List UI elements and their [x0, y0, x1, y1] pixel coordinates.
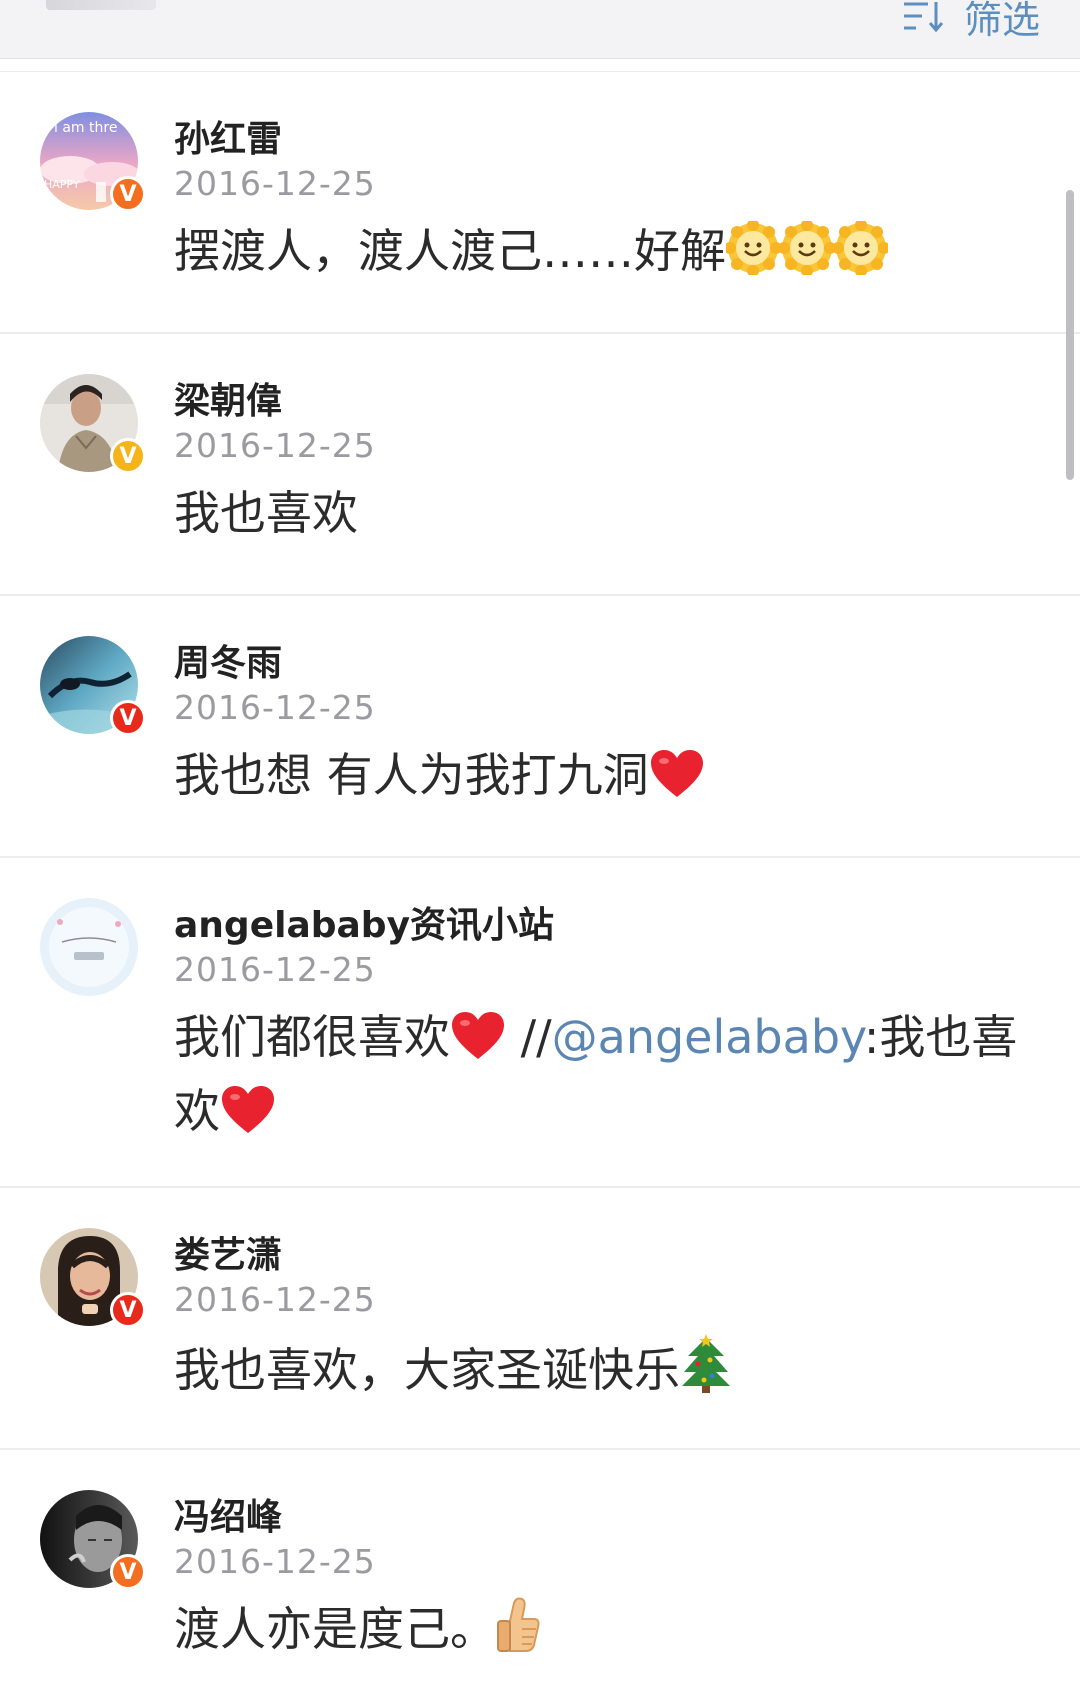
- comment-date: 2016-12-25: [174, 950, 376, 989]
- comment-body: 我也喜欢，大家圣诞快乐: [174, 1343, 680, 1397]
- comment-text: 我也喜欢: [174, 480, 1040, 546]
- avatar[interactable]: V: [40, 636, 146, 736]
- comment-body: 我也喜欢: [174, 486, 358, 540]
- sort-icon: [903, 2, 944, 33]
- commenter-name[interactable]: angelababy资讯小站: [174, 904, 1040, 948]
- sun-smile-icon: [778, 219, 836, 292]
- christmas-tree-icon: [680, 1334, 732, 1411]
- tab-remnant: [46, 0, 156, 10]
- comment-text: 我也想 有人为我打九洞: [174, 742, 1040, 816]
- sun-smile-icon: [832, 219, 890, 292]
- comment-date: 2016-12-25: [174, 688, 376, 727]
- comment-body-a: 我们都很喜欢: [174, 1010, 450, 1064]
- comment-date: 2016-12-25: [174, 426, 376, 465]
- commenter-name[interactable]: 冯绍峰: [174, 1496, 1040, 1540]
- comment-body: 摆渡人，渡人渡己……好解: [174, 224, 726, 278]
- comment-date: 2016-12-25: [174, 164, 376, 203]
- comment-item: angelababy资讯小站 2016-12-25 我们都很喜欢 //@ange…: [0, 858, 1080, 1188]
- svg-text:i am thre: i am thre: [54, 120, 117, 136]
- avatar[interactable]: V: [40, 1490, 146, 1590]
- comment-item: V 周冬雨 2016-12-25 我也想 有人为我打九洞: [0, 596, 1080, 858]
- verified-badge-icon: V: [110, 1554, 146, 1590]
- commenter-name[interactable]: 娄艺潇: [174, 1234, 1040, 1278]
- comment-item: i am thre HAPPY V 孙红雷 2016-12-25 摆渡人，渡人渡…: [0, 72, 1080, 334]
- filter-button[interactable]: 筛选: [902, 0, 1040, 42]
- comment-text: 我也喜欢，大家圣诞快乐: [174, 1334, 1040, 1411]
- heart-icon: [220, 1085, 276, 1152]
- heart-icon: [649, 749, 705, 816]
- filter-label: 筛选: [963, 0, 1040, 42]
- thumbs-up-icon: [496, 1597, 540, 1670]
- sun-smile-icon: [724, 219, 782, 292]
- top-toolbar: 筛选: [0, 0, 1080, 59]
- commenter-name[interactable]: 孙红雷: [174, 118, 1040, 162]
- header-divider: [0, 59, 1080, 72]
- verified-badge-icon: V: [110, 1292, 146, 1328]
- avatar[interactable]: V: [40, 374, 146, 474]
- comment-body: 我也想 有人为我打九洞: [174, 748, 649, 802]
- commenter-name[interactable]: 梁朝偉: [174, 380, 1040, 424]
- verified-badge-icon: V: [110, 700, 146, 736]
- comment-body-b: //: [506, 1010, 552, 1064]
- verified-badge-icon: V: [110, 176, 146, 212]
- heart-icon: [450, 1011, 506, 1078]
- comment-text: 我们都很喜欢 //@angelababy:我也喜欢: [174, 1004, 1040, 1152]
- comment-item: V 冯绍峰 2016-12-25 渡人亦是度己。: [0, 1450, 1080, 1708]
- comment-item: V 梁朝偉 2016-12-25 我也喜欢: [0, 334, 1080, 596]
- comment-text: 渡人亦是度己。: [174, 1596, 1040, 1670]
- comment-date: 2016-12-25: [174, 1280, 376, 1319]
- comment-page: 筛选 i am thre HAPPY V 孙红雷 2016-12-25 摆渡人，…: [0, 0, 1080, 1708]
- scrollbar[interactable]: [1066, 190, 1074, 480]
- avatar[interactable]: i am thre HAPPY V: [40, 112, 146, 212]
- avatar[interactable]: [40, 898, 138, 996]
- comment-text: 摆渡人，渡人渡己……好解: [174, 218, 1040, 292]
- comment-body: 渡人亦是度己。: [174, 1602, 496, 1656]
- comment-item: V 娄艺潇 2016-12-25 我也喜欢，大家圣诞快乐: [0, 1188, 1080, 1450]
- commenter-name[interactable]: 周冬雨: [174, 642, 1040, 686]
- comment-date: 2016-12-25: [174, 1542, 376, 1581]
- avatar[interactable]: V: [40, 1228, 146, 1328]
- svg-text:HAPPY: HAPPY: [44, 178, 80, 191]
- comment-list: i am thre HAPPY V 孙红雷 2016-12-25 摆渡人，渡人渡…: [0, 72, 1080, 1708]
- mention-link[interactable]: @angelababy: [552, 1010, 864, 1064]
- verified-badge-icon: V: [110, 438, 146, 474]
